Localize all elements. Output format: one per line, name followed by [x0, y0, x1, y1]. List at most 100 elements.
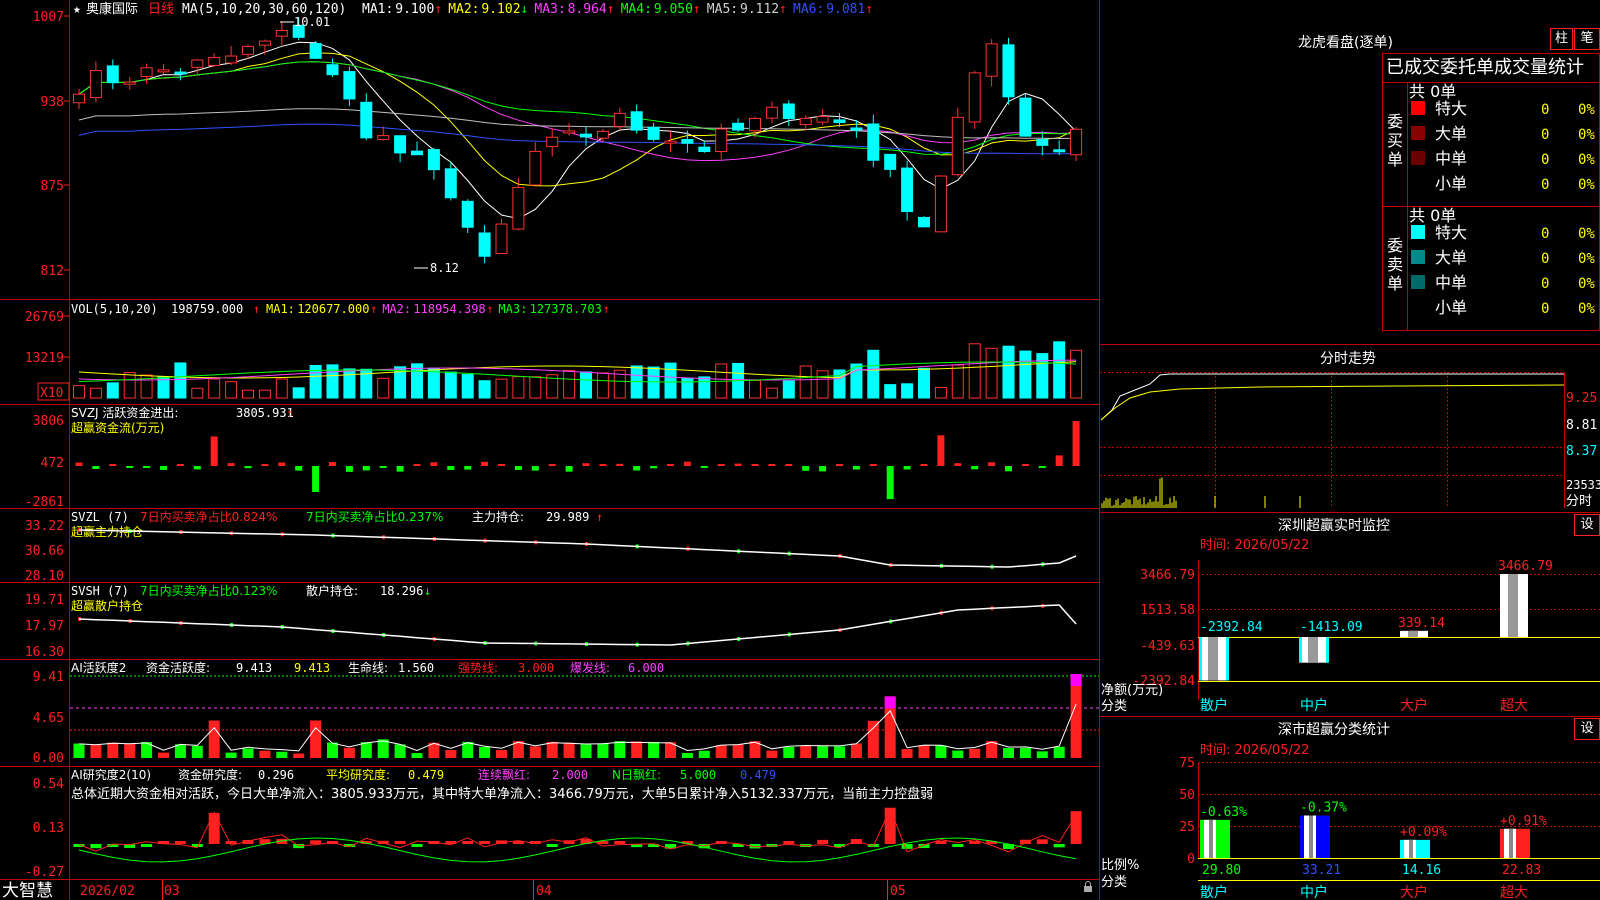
activity-bar	[614, 741, 626, 758]
monitor-title: 深圳超赢实时监控	[1278, 517, 1390, 534]
candlesticks[interactable]	[73, 17, 1083, 264]
svzj-title: SVZJ 活跃资金进出:	[71, 405, 178, 420]
candle-body	[326, 64, 339, 76]
monitor-bars: -2392.84 散户 -1413.09 中户 339.14 大户 3466.79 超大	[1199, 559, 1553, 714]
activity-bar	[580, 743, 592, 758]
sell-label: 委卖单	[1387, 236, 1403, 293]
intraday-lines	[1100, 373, 1565, 508]
vol-axis-label: 13219	[25, 351, 64, 366]
research-bar	[1036, 839, 1048, 844]
candle-body	[529, 150, 542, 186]
ai-value2: 9.413	[294, 661, 330, 675]
fund-flow-bar	[464, 466, 472, 470]
research-bar	[1070, 811, 1082, 844]
candle-body	[394, 135, 407, 154]
monitor-bar-edge	[1226, 637, 1229, 681]
activity-bar	[191, 745, 203, 758]
research-bar	[411, 844, 423, 847]
candle-body	[123, 81, 136, 85]
research-bar	[546, 844, 558, 847]
volume-bar	[208, 378, 221, 399]
candle-body	[1036, 139, 1049, 146]
fund-flow-bar	[143, 466, 151, 468]
classify-y-label: 0	[1187, 852, 1195, 867]
volume-bar	[427, 367, 440, 399]
activity-bar	[918, 745, 930, 758]
buy-row-count: 0	[1541, 177, 1549, 193]
monitor-bar-shade	[1308, 637, 1318, 663]
candle-body	[951, 116, 964, 176]
activity-bar	[546, 741, 558, 758]
fund-flow-bar	[734, 463, 742, 466]
volume-bar	[292, 387, 305, 399]
panel-frames	[0, 0, 1600, 900]
research-bar	[479, 841, 491, 844]
activity-bar	[563, 742, 575, 758]
svzl-line	[78, 528, 1077, 569]
fund-flow-bar	[920, 464, 928, 466]
tick-view-button[interactable]: 笔	[1574, 28, 1600, 50]
volume-bar	[377, 377, 390, 399]
fund-flow-bar	[1055, 455, 1063, 466]
activity-bar	[834, 746, 845, 758]
ma-arrow: ↓	[520, 2, 528, 17]
high-marker: 10.01	[280, 15, 330, 29]
fund-flow-bar	[1038, 466, 1046, 468]
fund-flow-bar	[447, 466, 455, 471]
ma-line	[78, 52, 1077, 187]
ma-arrow: ↑	[693, 2, 701, 17]
candle-body	[512, 186, 525, 230]
volume-bar	[580, 371, 592, 399]
vol-ma-label: MA1:	[266, 302, 295, 316]
classify-time: 时间: 2026/05/22	[1200, 743, 1309, 758]
volume-bar	[1019, 350, 1032, 399]
activity-bar	[259, 750, 271, 758]
price-axis-label: 938	[41, 95, 64, 110]
sell-row-count: 0	[1541, 226, 1549, 242]
activity-bar	[479, 746, 491, 758]
research-bar	[952, 844, 964, 847]
stock-name: 奥康国际	[86, 1, 138, 17]
research-bar	[884, 807, 896, 844]
volume-bar	[106, 382, 119, 399]
svzl-axis-label: 33.22	[25, 519, 64, 534]
side-label-char: 买	[1387, 131, 1403, 150]
monitor-settings-button[interactable]: 设	[1574, 514, 1600, 536]
ai-activity-bars	[70, 674, 1099, 758]
fund-flow-bar	[785, 464, 793, 466]
candle-body	[1053, 149, 1066, 153]
svzl-red-ratio: 7日内买卖净占比0.824%	[140, 509, 277, 524]
candle-body	[1002, 44, 1015, 98]
fund-flow-bar	[954, 463, 962, 466]
fund-flow-bar	[193, 466, 201, 470]
research-bar	[1053, 844, 1065, 848]
activity-bar	[107, 742, 119, 758]
fund-flow-bar	[244, 466, 252, 469]
activity-bar	[394, 744, 406, 758]
candle-body	[461, 200, 474, 228]
activity-bar	[276, 751, 288, 758]
volume-bar	[884, 384, 897, 399]
sell-row-label: 特大	[1435, 223, 1467, 242]
volume-bar	[985, 347, 998, 399]
sell-row-label: 大单	[1435, 248, 1467, 267]
stock-chart-canvas[interactable]: ★ 奥康国际 日线 MA(5,10,20,30,60,120) MA1: 9.10…	[0, 0, 1600, 900]
period-label: 日线	[148, 2, 174, 17]
fund-flow-bar	[312, 466, 320, 493]
classify-settings-button[interactable]: 设	[1574, 718, 1600, 740]
monitor-category: 超大	[1500, 698, 1528, 714]
candle-body	[444, 168, 457, 199]
left-axes: 1007 938 875 812 26769 13219 3806 472 -2…	[25, 10, 64, 880]
fund-flow-bar	[616, 463, 624, 466]
candle-body	[647, 126, 660, 140]
svzl-title: SVZL (7)	[71, 510, 129, 524]
column-view-button[interactable]: 柱	[1550, 28, 1573, 50]
monitor-bar-value: -1413.09	[1300, 620, 1363, 635]
ai-strong-label: 强势线:	[458, 661, 498, 675]
moving-average-lines	[78, 41, 1077, 220]
svzl-axis-label: 30.66	[25, 544, 64, 559]
classify-y-label: 75	[1179, 756, 1195, 771]
ai2-avg-label: 平均研究度:	[326, 767, 390, 782]
monitor-y-label: 1513.58	[1140, 603, 1195, 618]
fund-flow-bar	[869, 464, 877, 466]
